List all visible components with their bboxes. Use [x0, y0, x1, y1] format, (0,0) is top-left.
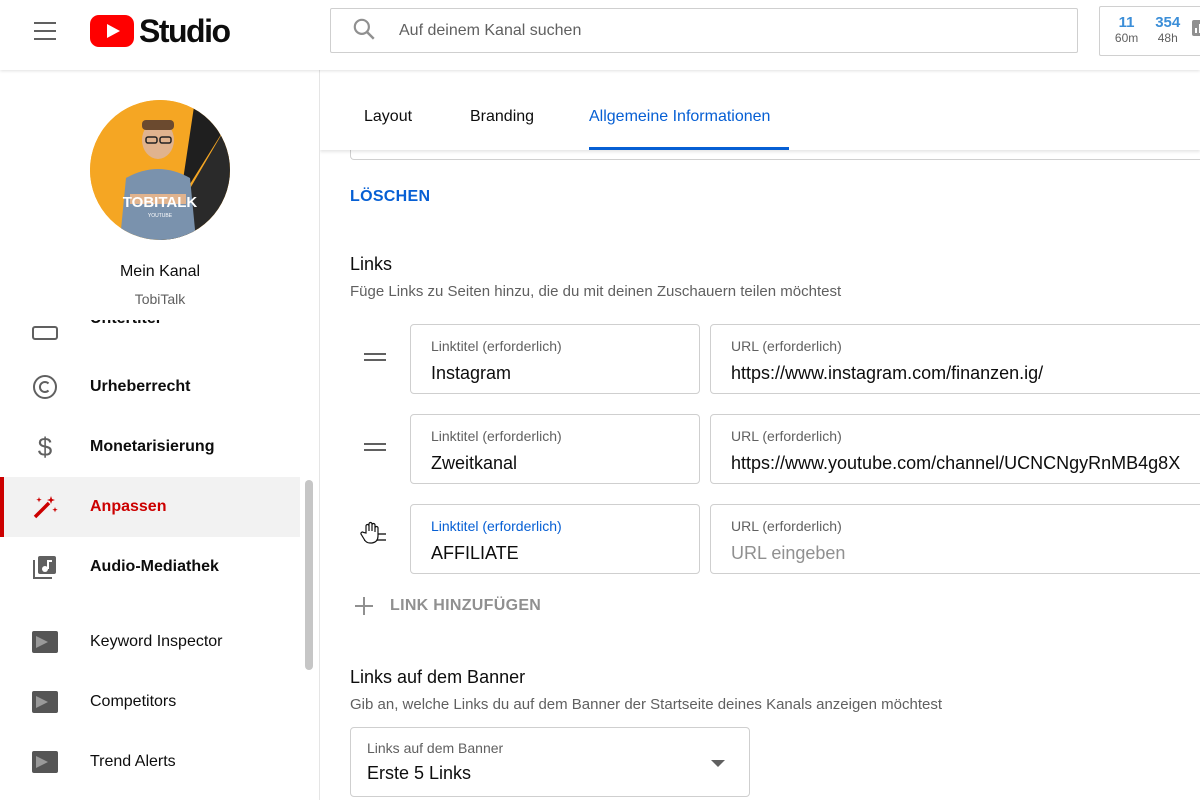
sidebar-item-label: Monetarisierung — [90, 438, 215, 455]
link-title-field[interactable]: Linktitel (erforderlich) — [410, 414, 705, 484]
sidebar-item-label: Urheberrecht — [90, 378, 191, 395]
stat-60m: 11 60m — [1114, 14, 1139, 45]
audio-library-icon — [30, 552, 60, 582]
tab-allgemeine-informationen[interactable]: Allgemeine Informationen — [589, 108, 770, 126]
link-title-field[interactable]: Linktitel (erforderlich) — [410, 504, 705, 574]
banner-links-title: Links auf dem Banner — [350, 667, 526, 687]
delete-button[interactable]: LÖSCHEN — [350, 188, 430, 206]
active-tab-indicator — [589, 147, 789, 150]
sidebar-item-urheberrecht[interactable]: Urheberrecht — [0, 357, 300, 417]
tab-layout[interactable]: Layout — [364, 108, 412, 126]
dropdown-caret-icon — [711, 760, 725, 767]
copyright-icon — [30, 372, 60, 402]
studio-logo[interactable]: Studio — [90, 12, 231, 50]
grab-cursor-icon — [360, 521, 379, 544]
sidebar-item-label: Audio-Mediathek — [90, 558, 219, 575]
banner-links-description: Gib an, welche Links du auf dem Banner d… — [350, 696, 943, 713]
banner-links-select[interactable]: Links auf dem Banner Erste 5 Links — [350, 727, 750, 797]
sidebar-item-untertitel[interactable]: Untertitel — [0, 320, 300, 340]
tab-branding[interactable]: Branding — [470, 108, 534, 126]
link-title-input[interactable] — [431, 363, 705, 384]
plus-icon — [354, 596, 374, 616]
drag-handle-icon[interactable] — [364, 353, 386, 363]
sidebar-item-audio-mediathek[interactable]: Audio-Mediathek — [0, 537, 300, 597]
channel-title: Mein Kanal — [119, 263, 201, 280]
sidebar-item-trend-alerts[interactable]: Trend Alerts — [0, 732, 300, 792]
channel-name: TobiTalk — [134, 291, 186, 307]
search-input[interactable] — [399, 21, 999, 40]
search-bar[interactable] — [330, 8, 1078, 53]
sidebar-item-label: Trend Alerts — [90, 753, 176, 770]
link-title-field[interactable]: Linktitel (erforderlich) — [410, 324, 705, 394]
avatar-text: TOBITALK — [123, 194, 198, 211]
sidebar-item-label: Competitors — [90, 693, 177, 710]
dollar-icon: $ — [37, 431, 53, 462]
link-url-field[interactable]: URL (erforderlich) — [710, 324, 1200, 394]
main-content: Layout Branding Allgemeine Informationen… — [320, 70, 1200, 800]
subtitles-icon — [32, 326, 58, 340]
realtime-stats[interactable]: 11 60m 354 48h — [1099, 6, 1200, 56]
link-url-field[interactable]: URL (erforderlich) — [710, 504, 1200, 574]
channel-avatar[interactable]: TOBITALK YOUTUBE — [90, 100, 230, 240]
sidebar-item-label: Keyword Inspector — [90, 633, 223, 650]
link-url-input[interactable] — [731, 543, 1200, 564]
competitors-icon — [30, 687, 60, 717]
sidebar-item-keyword-inspector[interactable]: Keyword Inspector — [0, 612, 300, 672]
youtube-play-icon — [90, 15, 134, 47]
drag-handle-icon[interactable] — [364, 443, 386, 453]
logo-text: Studio — [139, 12, 231, 49]
links-section-description: Füge Links zu Seiten hinzu, die du mit d… — [350, 283, 842, 300]
sidebar-item-label: Anpassen — [90, 498, 167, 515]
search-icon[interactable] — [351, 16, 381, 46]
top-header: Studio 11 60m 354 48h — [0, 0, 1200, 70]
menu-icon[interactable] — [22, 18, 66, 44]
avatar-subtext: YOUTUBE — [148, 213, 173, 219]
link-title-input[interactable] — [431, 453, 705, 474]
sidebar-scrollbar[interactable] — [305, 480, 313, 670]
link-url-field[interactable]: URL (erforderlich) — [710, 414, 1200, 484]
link-title-input[interactable] — [431, 543, 705, 564]
banner-links-value: Erste 5 Links — [367, 763, 472, 783]
keyword-inspector-icon — [30, 627, 60, 657]
trend-alerts-icon — [30, 747, 60, 777]
sidebar-item-monetarisierung[interactable]: $ Monetarisierung — [0, 417, 300, 477]
sidebar-item-competitors[interactable]: Competitors — [0, 672, 300, 732]
magic-wand-icon — [30, 492, 60, 522]
stat-48h: 354 48h — [1155, 14, 1181, 45]
sidebar: TOBITALK YOUTUBE Mein Kanal TobiTalk Unt… — [0, 70, 320, 800]
sidebar-item-anpassen[interactable]: Anpassen — [0, 477, 300, 537]
tab-bar: Layout Branding Allgemeine Informationen — [320, 70, 1200, 150]
add-link-button[interactable]: LINK HINZUFÜGEN — [354, 596, 541, 616]
link-url-input[interactable] — [731, 363, 1200, 384]
links-section-title: Links — [350, 254, 393, 274]
analytics-bar-icon — [1192, 20, 1200, 36]
link-url-input[interactable] — [731, 453, 1200, 474]
